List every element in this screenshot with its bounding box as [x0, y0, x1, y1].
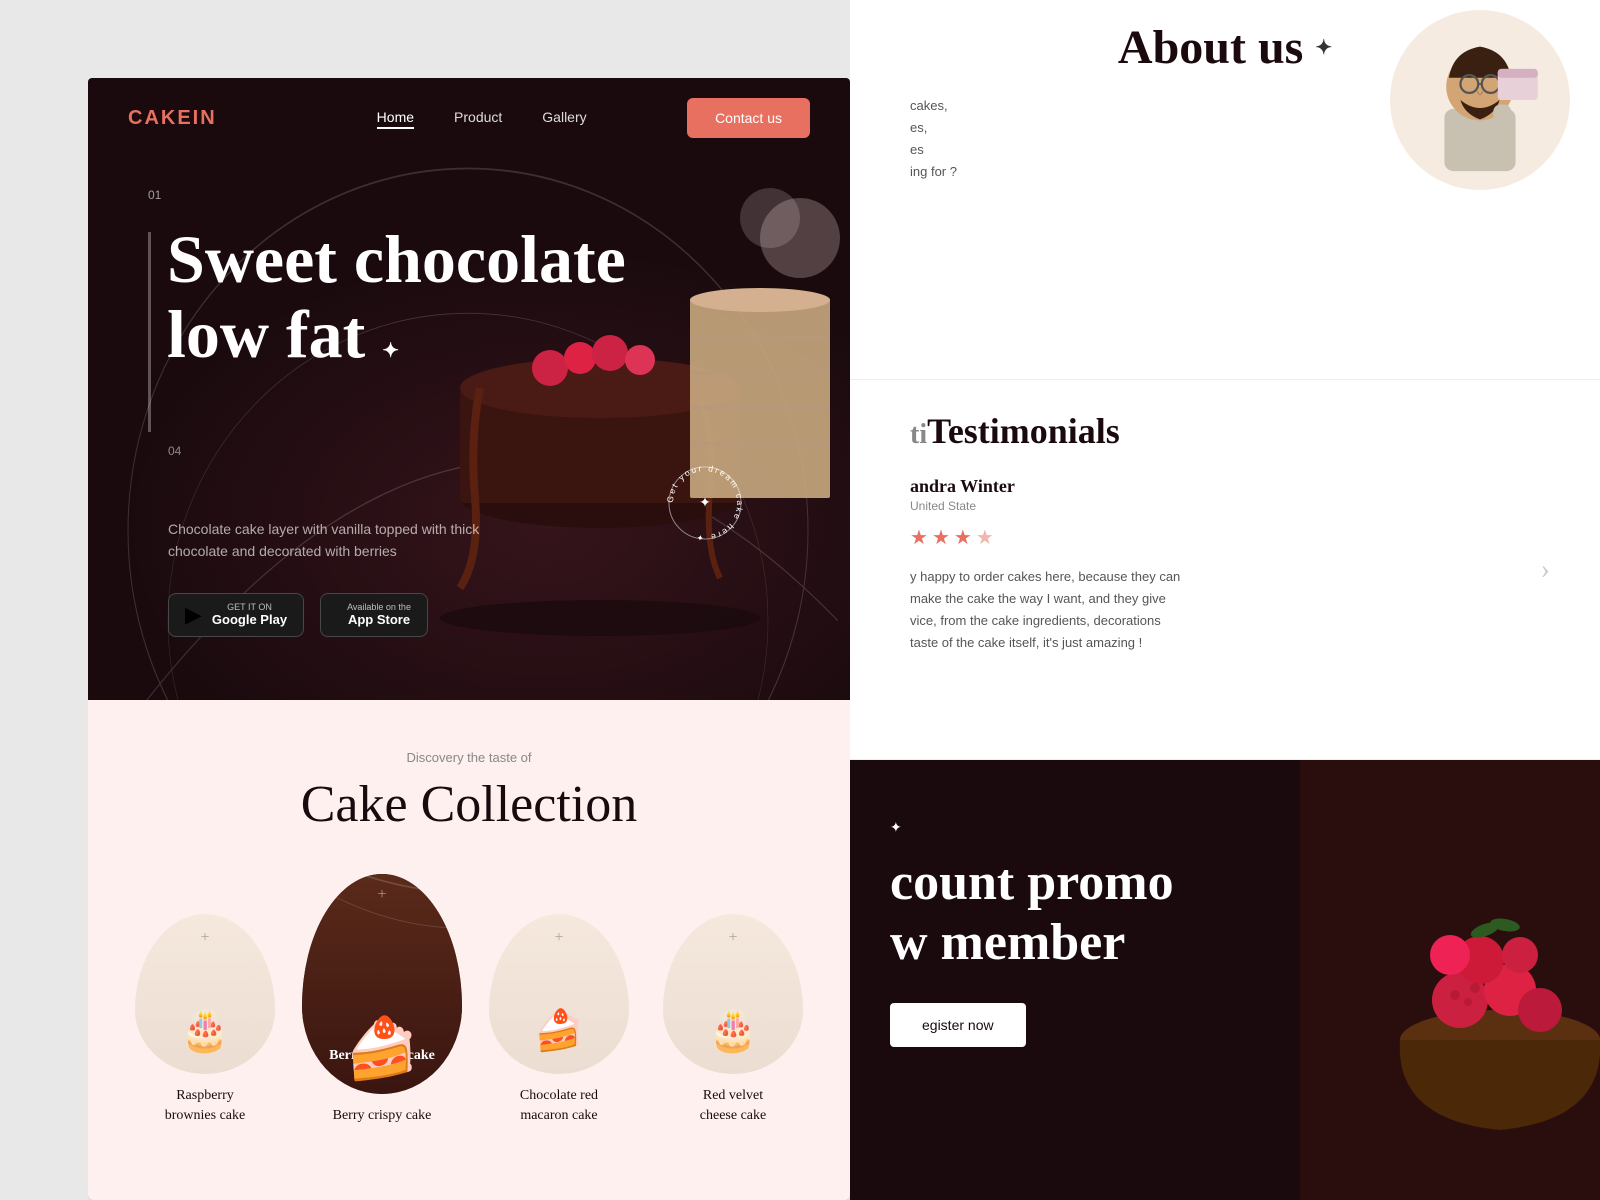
- hero-title: Sweet chocolate low fat ✦: [167, 222, 626, 372]
- cake-name-macaron: Chocolate redmacaron cake: [520, 1086, 598, 1125]
- star-2: ★: [932, 525, 950, 550]
- reviewer-info: andra Winter United State: [910, 476, 1540, 513]
- google-play-icon: ▶: [185, 602, 202, 628]
- star-1: ★: [910, 525, 928, 550]
- reviewer-name: andra Winter: [910, 476, 1540, 497]
- cake-image-redvelvet: + 🎂: [663, 914, 803, 1074]
- cake-card-raspberry[interactable]: + 🎂 Raspberrybrownies cake: [128, 914, 282, 1125]
- dream-cake-badge: Get your dream cake here ✦ ✦: [660, 458, 750, 548]
- google-play-button[interactable]: ▶ GET IT ON Google Play: [168, 593, 304, 637]
- promo-content: ✦ count promo w member egister now: [890, 820, 1174, 1047]
- right-panel: About us ✦ cakes, es, es ing for ?: [850, 0, 1600, 1200]
- promo-title: count promo w member: [890, 853, 1174, 973]
- cake-card-macaron[interactable]: + 🍰 Chocolate redmacaron cake: [482, 914, 636, 1125]
- logo-text-in: IN: [193, 107, 217, 129]
- promo-title-line1: count promo: [890, 854, 1174, 911]
- logo: CAKEIN: [128, 107, 217, 130]
- navbar: CAKEIN Home Product Gallery Contact us: [88, 78, 850, 158]
- hero-content: 01 Sweet chocolate low fat ✦ 04 Chocolat…: [88, 158, 850, 637]
- cake-image-berry: + Berry crispy cake: [302, 874, 462, 1094]
- circle-star-center: ✦: [699, 496, 711, 511]
- contact-button[interactable]: Contact us: [687, 98, 810, 138]
- raspberry-cake-emoji: 🎂: [180, 1007, 230, 1054]
- testimonials-title: tiTestimonials: [910, 410, 1540, 452]
- cake-name-berry: Berry crispy cake: [333, 1106, 432, 1126]
- hero-description: Chocolate cake layer with vanilla topped…: [168, 518, 508, 563]
- card-featured-plus-icon: +: [377, 886, 386, 904]
- promo-title-line2: w member: [890, 914, 1125, 971]
- berry-cake-featured-label: Berry crispy cake: [302, 1048, 462, 1064]
- promo-star-icon: ✦: [890, 820, 1174, 837]
- cake-name-redvelvet: Red velvetcheese cake: [700, 1086, 766, 1125]
- register-button-label: egister now: [922, 1017, 994, 1033]
- register-button[interactable]: egister now: [890, 1003, 1026, 1047]
- promo-section: ✦ count promo w member egister now: [850, 760, 1600, 1200]
- cake-cards-row: + 🎂 Raspberrybrownies cake + Berry crisp…: [88, 834, 850, 1126]
- cake-name-raspberry: Raspberrybrownies cake: [165, 1086, 245, 1125]
- app-store-button[interactable]: Available on the App Store: [320, 593, 428, 637]
- testimonial-next-arrow[interactable]: ›: [1541, 554, 1550, 586]
- about-arrow-icon: ✦: [1315, 35, 1332, 60]
- star-3: ★: [954, 525, 972, 550]
- google-play-label-top: GET IT ON: [212, 602, 287, 612]
- nav-link-gallery[interactable]: Gallery: [542, 109, 586, 125]
- app-store-label-top: Available on the: [347, 602, 411, 612]
- about-text: cakes, es, es ing for ?: [910, 95, 1390, 183]
- testimonials-section: tiTestimonials andra Winter United State…: [850, 380, 1600, 760]
- about-avatar: [1390, 10, 1570, 190]
- star-rating: ★ ★ ★ ★: [910, 525, 1540, 550]
- redvelvet-cake-emoji: 🎂: [708, 1007, 758, 1054]
- hero-title-line1: Sweet chocolate: [167, 221, 626, 297]
- slide-indicator-top: 01: [148, 188, 850, 202]
- person-illustration: [1410, 20, 1550, 180]
- google-play-label-bottom: Google Play: [212, 612, 287, 627]
- collection-header: Discovery the taste of Cake Collection: [88, 700, 850, 834]
- testimonials-title-partial: ti: [910, 419, 927, 450]
- nav-link-home[interactable]: Home: [377, 109, 414, 129]
- nav-link-product[interactable]: Product: [454, 109, 502, 125]
- card-plus-icon-2: +: [554, 929, 563, 947]
- nav-links: Home Product Gallery: [377, 109, 587, 127]
- reviewer-name-partial: andra Winter: [910, 476, 1015, 496]
- promo-berry-visual: [1300, 760, 1600, 1200]
- cake-card-berry[interactable]: + Berry crispy cake Berry crispy cake: [302, 874, 462, 1126]
- cake-card-redvelvet[interactable]: + 🎂 Red velvetcheese cake: [656, 914, 810, 1125]
- card-plus-icon-3: +: [728, 929, 737, 947]
- macaron-cake-emoji: 🍰: [534, 1007, 584, 1054]
- reviewer-country: United State: [910, 499, 1540, 513]
- testimonials-title-text: Testimonials: [927, 411, 1120, 451]
- about-title-text: About us: [1118, 20, 1303, 75]
- collection-subtitle: Discovery the taste of: [88, 750, 850, 765]
- nav-item-product[interactable]: Product: [454, 109, 502, 127]
- logo-text-cake: CAKE: [128, 107, 193, 129]
- app-store-label-bottom: App Store: [347, 612, 411, 627]
- cake-image-raspberry: + 🎂: [135, 914, 275, 1074]
- about-section: About us ✦ cakes, es, es ing for ?: [850, 0, 1600, 380]
- cake-image-macaron: + 🍰: [489, 914, 629, 1074]
- collection-title: Cake Collection: [88, 775, 850, 834]
- collection-panel: Discovery the taste of Cake Collection +…: [88, 700, 850, 1200]
- review-text: y happy to order cakes here, because the…: [910, 566, 1390, 654]
- nav-item-home[interactable]: Home: [377, 109, 414, 127]
- app-buttons: ▶ GET IT ON Google Play Available on the…: [168, 593, 850, 637]
- star-4-half: ★: [976, 525, 994, 550]
- slide-indicator-bottom: 04: [168, 444, 850, 458]
- card-plus-icon: +: [200, 929, 209, 947]
- nav-item-gallery[interactable]: Gallery: [542, 109, 586, 127]
- hero-title-line2: low fat: [167, 296, 365, 372]
- hero-star: ✦: [382, 340, 399, 362]
